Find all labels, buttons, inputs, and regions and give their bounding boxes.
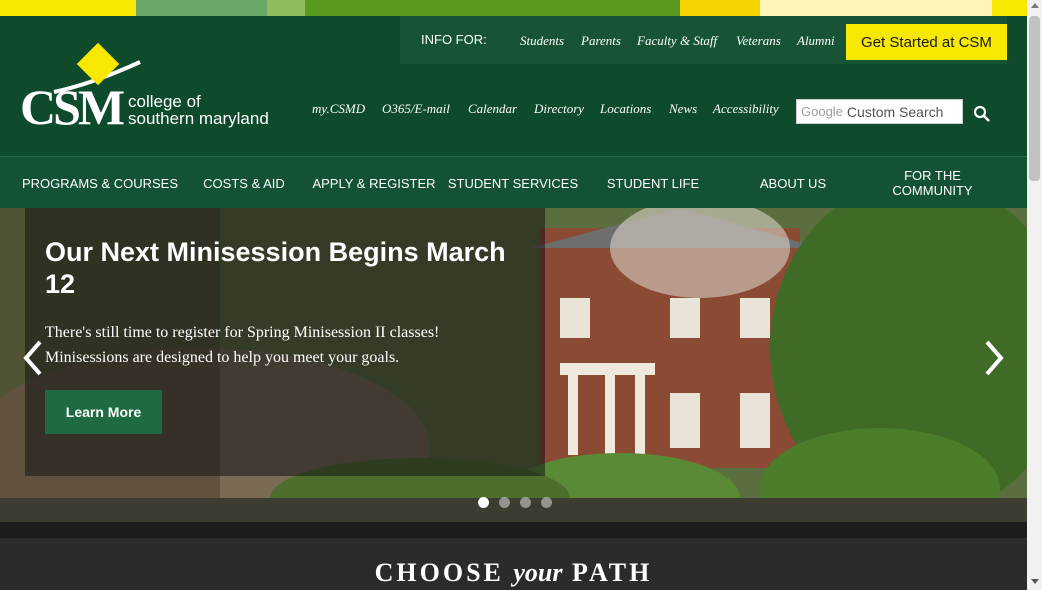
main-nav: PROGRAMS & COURSES COSTS & AID APPLY & R… [0,156,1027,208]
choose-path-word1: CHOOSE [374,558,504,587]
get-started-button[interactable]: Get Started at CSM [846,24,1007,60]
util-link-directory[interactable]: Directory [534,101,584,117]
info-link-faculty-staff[interactable]: Faculty & Staff [637,33,717,49]
strip-segment [305,0,505,16]
util-link-locations[interactable]: Locations [600,101,651,117]
util-link-news[interactable]: News [669,101,697,117]
strip-segment [0,0,70,16]
strip-segment [760,0,880,16]
carousel-dot[interactable] [541,497,552,508]
strip-segment [136,0,267,16]
strip-segment [505,0,680,16]
info-link-veterans[interactable]: Veterans [736,33,781,49]
nav-student-life[interactable]: STUDENT LIFE [590,157,716,209]
search-box: Google [796,99,963,124]
info-for-label: INFO FOR: [421,32,487,47]
color-strip [0,0,1027,16]
util-link-mycsmd[interactable]: my.CSMD [312,101,365,117]
section-divider [0,522,1027,538]
nav-student-services[interactable]: STUDENT SERVICES [443,157,583,209]
nav-about-us[interactable]: ABOUT US [730,157,856,209]
logo-college-name: college of southern maryland [128,93,278,127]
strip-segment [992,0,1027,16]
nav-programs-courses[interactable]: PROGRAMS & COURSES [15,157,185,209]
site-header: INFO FOR: Students Parents Faculty & Sta… [0,16,1027,156]
strip-segment [880,0,992,16]
info-link-parents[interactable]: Parents [581,33,621,49]
hero-carousel: Our Next Minisession Begins March 12 The… [0,208,1027,522]
google-brand-label: Google [801,104,843,119]
nav-apply-register[interactable]: APPLY & REGISTER [305,157,443,209]
info-link-students[interactable]: Students [520,33,564,49]
carousel-indicators [478,497,552,508]
util-link-calendar[interactable]: Calendar [468,101,517,117]
util-link-o365-email[interactable]: O365/E-mail [382,101,450,117]
search-icon[interactable] [972,104,992,124]
hero-description: There's still time to register for Sprin… [45,324,440,366]
carousel-dot[interactable] [478,497,489,508]
chevron-right-icon[interactable] [981,338,1007,378]
carousel-dot[interactable] [499,497,510,508]
strip-segment [267,0,305,16]
scroll-thumb[interactable] [1029,16,1040,181]
info-link-alumni[interactable]: Alumni [797,33,835,49]
csm-logo[interactable]: CSM college of southern maryland [20,42,278,135]
search-input[interactable] [846,103,962,120]
carousel-dot[interactable] [520,497,531,508]
choose-path-word3: PATH [572,558,653,587]
learn-more-button[interactable]: Learn More [45,390,162,434]
choose-path-heading: CHOOSE your PATH [0,558,1027,588]
scroll-down-arrow-icon[interactable] [1031,579,1039,584]
util-link-accessibility[interactable]: Accessibility [713,101,779,117]
nav-costs-aid[interactable]: COSTS & AID [190,157,298,209]
strip-segment [680,0,760,16]
logo-acronym: CSM [20,79,125,135]
strip-segment [70,0,136,16]
choose-path-section: CHOOSE your PATH [0,538,1027,590]
info-for-bar: INFO FOR: Students Parents Faculty & Sta… [400,16,1007,64]
choose-path-word2: your [513,558,563,587]
hero-title: Our Next Minisession Begins March 12 [45,237,506,299]
nav-for-the-community[interactable]: FOR THE COMMUNITY [870,157,995,209]
vertical-scrollbar[interactable] [1027,0,1042,590]
logo-name-line2: southern maryland [128,109,269,128]
logo-name-line1: college of [128,92,201,111]
scroll-up-arrow-icon[interactable] [1031,3,1039,8]
chevron-left-icon[interactable] [20,338,46,378]
